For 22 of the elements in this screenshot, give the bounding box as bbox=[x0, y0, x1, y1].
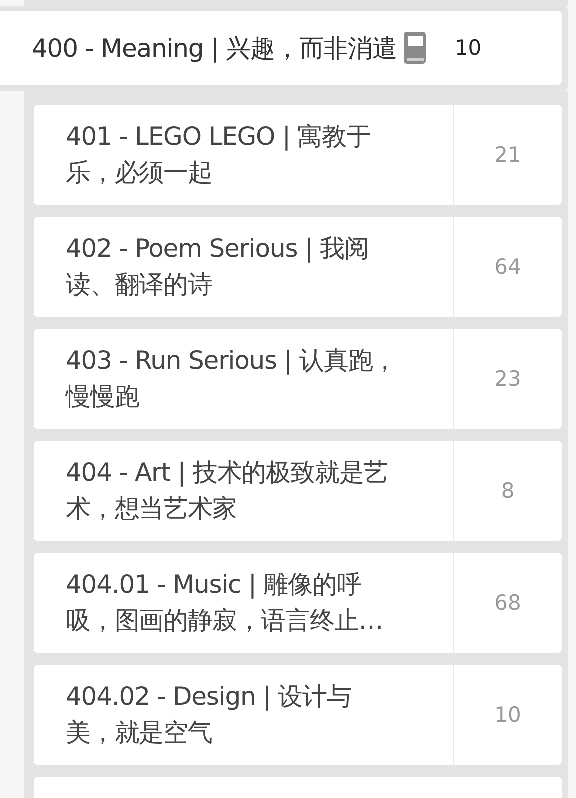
list-card[interactable]: 402 - Poem Serious | 我阅 读、翻译的诗 64 bbox=[34, 217, 562, 317]
item-count: 10 bbox=[494, 703, 522, 727]
item-count: 68 bbox=[494, 591, 522, 615]
list-card[interactable]: 404.02 - Design | 设计与 美，就是空气 10 bbox=[34, 665, 562, 765]
list-card[interactable]: 401 - LEGO LEGO | 寓教于 乐，必须一起 21 bbox=[34, 105, 562, 205]
item-title: 404.01 - Music | 雕像的呼 吸，图画的静寂，语言终止… bbox=[66, 569, 384, 637]
item-title: 401 - LEGO LEGO | 寓教于 乐，必须一起 bbox=[66, 121, 371, 189]
item-title: 404 - Art | 技术的极致就是艺 术，想当艺术家 bbox=[66, 457, 388, 525]
item-count: 8 bbox=[501, 479, 515, 503]
item-count: 64 bbox=[494, 255, 522, 279]
book-icon bbox=[402, 31, 427, 65]
item-title: 404.02 - Design | 设计与 美，就是空气 bbox=[66, 681, 352, 749]
category-title: 400 - Meaning | 兴趣，而非消遣 bbox=[32, 32, 397, 64]
parent-card[interactable]: 400 - Meaning | 兴趣，而非消遣 10 bbox=[0, 11, 562, 85]
item-title: 402 - Poem Serious | 我阅 读、翻译的诗 bbox=[66, 233, 369, 301]
item-title: 403 - Run Serious | 认真跑， 慢慢跑 bbox=[66, 345, 398, 413]
item-count: 10 bbox=[454, 36, 482, 60]
item-count: 23 bbox=[494, 367, 522, 391]
list-card[interactable]: 404 - Art | 技术的极致就是艺 术，想当艺术家 8 bbox=[34, 441, 562, 541]
item-count: 21 bbox=[494, 143, 522, 167]
list-card[interactable]: 403 - Run Serious | 认真跑， 慢慢跑 23 bbox=[34, 329, 562, 429]
list-card[interactable]: 404.01 - Music | 雕像的呼 吸，图画的静寂，语言终止… 68 bbox=[34, 553, 562, 653]
